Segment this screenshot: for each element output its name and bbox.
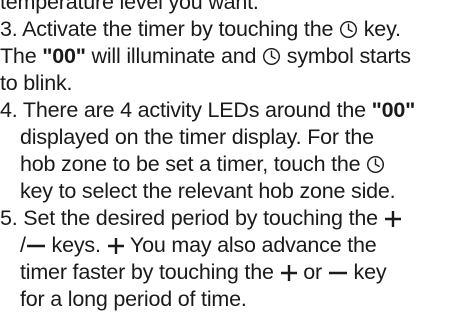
step-5-text-a: 5. Set the desired period by touching th…: [0, 206, 384, 230]
step-5-line-2: / keys. You may also advance the: [0, 232, 475, 259]
step-5-text-f: or: [297, 260, 328, 284]
step-5-line-1: 5. Set the desired period by touching th…: [0, 205, 475, 232]
cut-line: temperature level you want.: [0, 0, 475, 16]
step-3-text-f: to blink.: [0, 71, 73, 95]
step-4-text-a: 4. There are 4 activity LEDs around the: [0, 98, 372, 122]
text-line-0: temperature level you want.: [0, 0, 259, 14]
minus-icon: [26, 237, 46, 255]
step-3-line-2: The "00" will illuminate and symbol star…: [0, 43, 475, 70]
step-3-text-e: symbol starts: [281, 44, 411, 68]
step-3-text-b: key.: [357, 17, 401, 41]
plus-icon: [280, 264, 298, 282]
step-3-bold-00: "00": [42, 44, 86, 68]
step-5-text-h: for a long period of time.: [20, 287, 247, 311]
step-5-text-g: key: [347, 260, 387, 284]
step-5-text-d: You may also advance the: [124, 233, 377, 257]
minus-icon: [328, 264, 348, 282]
step-5-line-3: timer faster by touching the or key: [0, 259, 475, 286]
step-3-text-a: 3. Activate the timer by touching the: [0, 17, 339, 41]
clock-icon: [366, 155, 385, 174]
step-5-text-c: keys.: [45, 233, 107, 257]
step-3-text-c: The: [0, 44, 43, 68]
step-5-line-4: for a long period of time.: [0, 286, 475, 313]
clock-icon: [339, 20, 358, 39]
clock-icon: [262, 47, 281, 66]
step-4-line-1: 4. There are 4 activity LEDs around the …: [0, 97, 475, 124]
step-3-line-1: 3. Activate the timer by touching the ke…: [0, 16, 475, 43]
step-3-line-3: to blink.: [0, 70, 475, 97]
step-3-text-d: will illuminate and: [85, 44, 262, 68]
plus-icon: [107, 237, 125, 255]
step-4-line-2: displayed on the timer display. For the: [0, 124, 475, 151]
step-4-text-b: displayed on the timer display. For the: [20, 125, 374, 149]
plus-icon: [384, 210, 402, 228]
step-4-bold-00: "00": [371, 98, 416, 122]
step-4-text-d: key to select the relevant hob zone side…: [20, 179, 396, 203]
instruction-page: temperature level you want. 3. Activate …: [0, 0, 475, 313]
step-4-text-c: hob zone to be set a timer, touch the: [20, 152, 367, 176]
step-4-line-3: hob zone to be set a timer, touch the: [0, 151, 475, 178]
step-5-text-e: timer faster by touching the: [20, 260, 280, 284]
step-4-line-4: key to select the relevant hob zone side…: [0, 178, 475, 205]
